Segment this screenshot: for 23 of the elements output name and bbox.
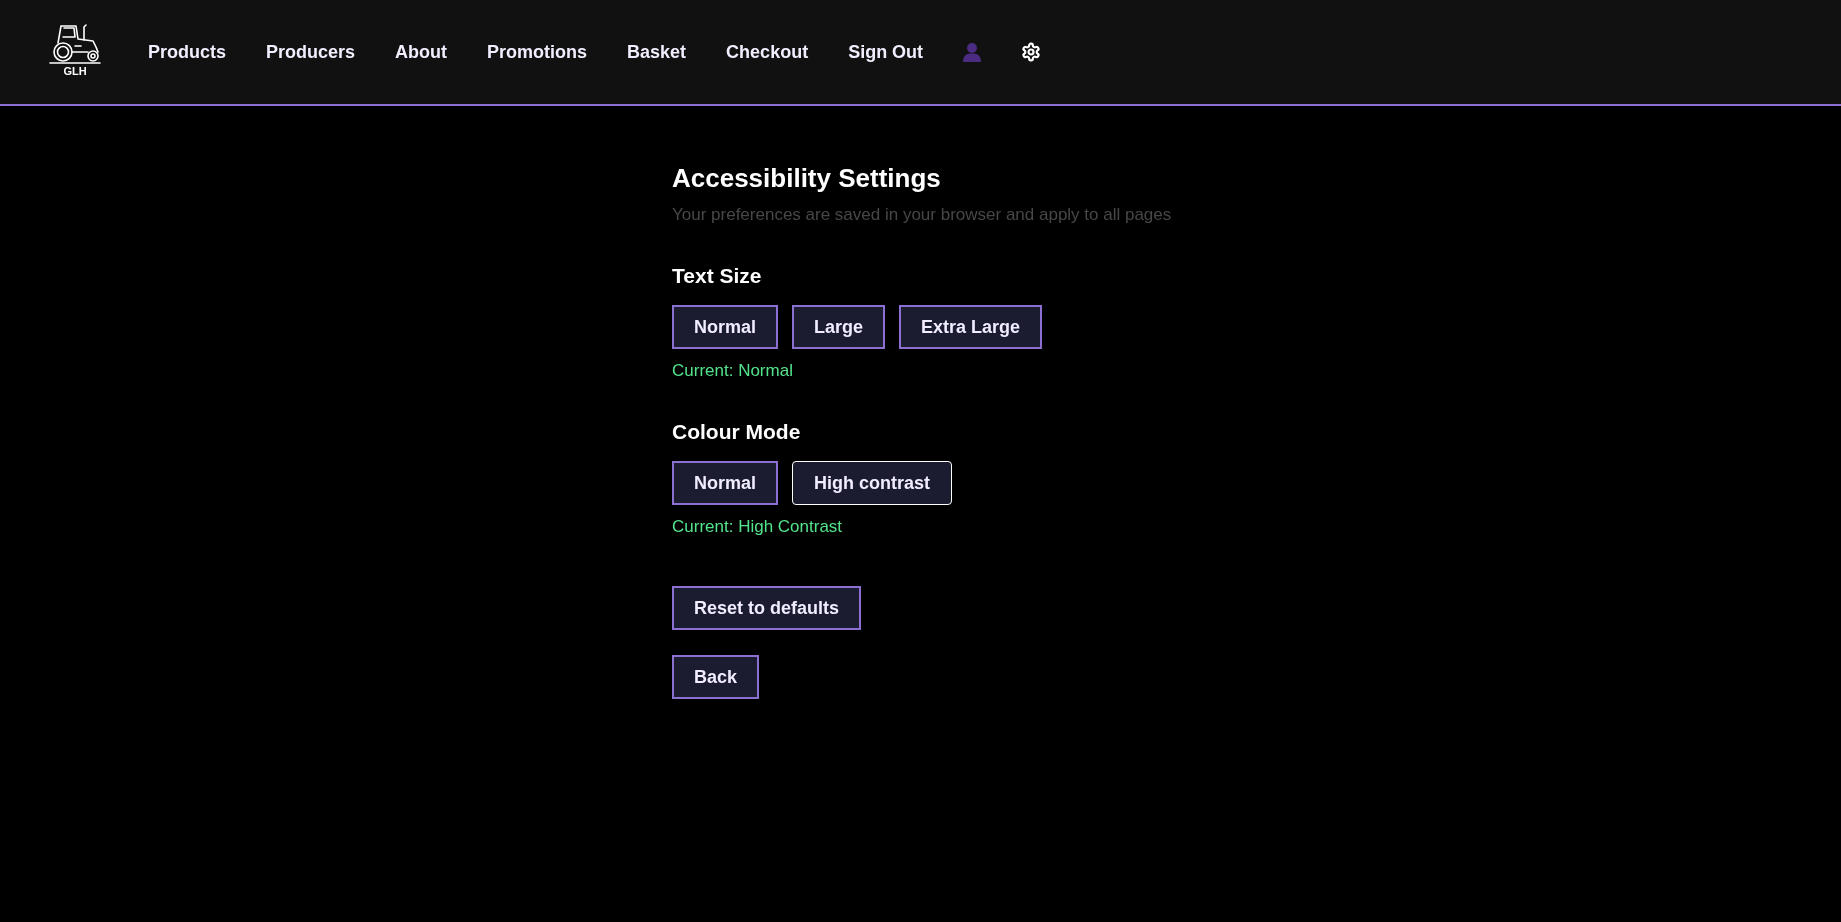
section-heading: Colour Mode (672, 419, 801, 445)
option-button[interactable]: Extra Large (899, 305, 1043, 349)
action-button[interactable]: Reset to defaults (672, 586, 862, 630)
nav-link[interactable]: Products (148, 41, 226, 63)
nav-link[interactable]: Basket (627, 41, 687, 63)
option-button[interactable]: High contrast (792, 461, 953, 505)
option-button[interactable]: Normal (672, 305, 778, 349)
action-button[interactable]: Back (672, 655, 760, 699)
nav-link[interactable]: Producers (266, 41, 356, 63)
logo-link[interactable]: GLH (49, 23, 101, 77)
nav-link[interactable]: Sign Out (848, 41, 924, 63)
current-value-text: Current: Normal (672, 360, 793, 382)
current-value-text: Current: High Contrast (672, 516, 843, 538)
settings-icon[interactable] (1021, 42, 1042, 62)
option-button[interactable]: Large (792, 305, 886, 349)
page-title: Accessibility Settings (672, 162, 941, 194)
nav-link[interactable]: Promotions (487, 41, 588, 63)
tractor-logo-icon (49, 23, 101, 64)
nav-link[interactable]: About (395, 41, 448, 63)
nav-link[interactable]: Checkout (726, 41, 809, 63)
section-heading: Text Size (672, 263, 762, 289)
page-subtitle: Your preferences are saved in your browser and apply to all pages (672, 204, 1172, 226)
option-button[interactable]: Normal (672, 461, 778, 505)
